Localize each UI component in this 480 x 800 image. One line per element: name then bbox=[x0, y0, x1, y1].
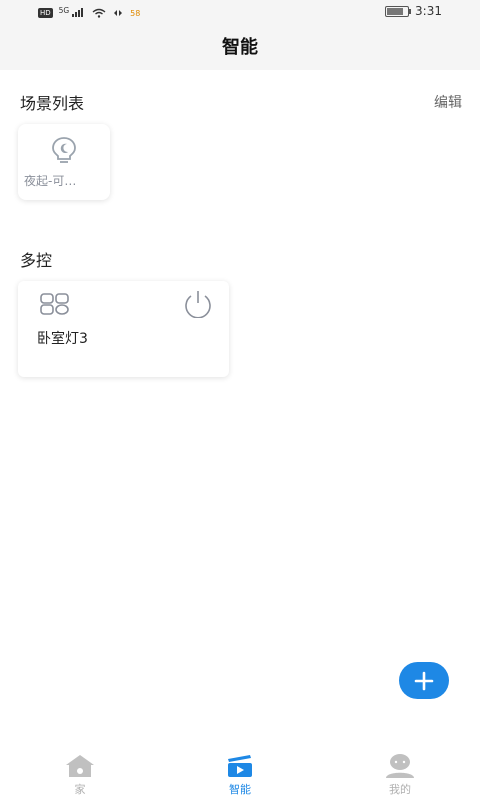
wifi-icon bbox=[92, 8, 106, 18]
scene-card[interactable]: 夜起-可… bbox=[18, 124, 110, 200]
page-title: 智能 bbox=[0, 26, 480, 70]
scene-label: 夜起-可… bbox=[24, 174, 77, 188]
tab-home-label: 家 bbox=[74, 783, 86, 796]
tab-smart[interactable]: 智能 bbox=[200, 753, 280, 797]
tab-profile[interactable]: 我的 bbox=[360, 753, 440, 797]
signal-indicator: 5G bbox=[59, 6, 86, 20]
multi-control-title: 多控 bbox=[20, 251, 53, 270]
grid-icon bbox=[40, 293, 69, 315]
smart-icon bbox=[228, 755, 252, 777]
device-name: 卧室灯3 bbox=[37, 331, 88, 347]
edit-button[interactable]: 编辑 bbox=[434, 92, 462, 112]
profile-icon bbox=[386, 754, 414, 778]
tab-home[interactable]: 家 bbox=[40, 753, 120, 797]
status-left: HD 5G 58 bbox=[38, 6, 140, 20]
hd-badge: HD bbox=[38, 8, 53, 18]
power-icon[interactable] bbox=[182, 290, 214, 318]
status-bar: HD 5G 58 3:31 bbox=[0, 0, 480, 26]
battery-icon bbox=[385, 5, 412, 17]
scene-list-title: 场景列表 bbox=[20, 94, 85, 113]
home-icon bbox=[66, 755, 94, 777]
plus-icon bbox=[414, 671, 434, 690]
nfc-icon bbox=[114, 10, 123, 16]
add-button[interactable] bbox=[399, 662, 449, 699]
night-bulb-icon bbox=[52, 137, 76, 163]
speed-indicator: 58 bbox=[130, 8, 141, 18]
device-card[interactable]: 卧室灯3 bbox=[18, 281, 229, 377]
status-right: 3:31 bbox=[385, 4, 442, 18]
signal-icon bbox=[72, 8, 84, 17]
tab-smart-label: 智能 bbox=[229, 783, 251, 796]
status-time: 3:31 bbox=[415, 4, 442, 18]
bottom-tab-bar: 家 智能 我的 bbox=[0, 745, 480, 800]
tab-profile-label: 我的 bbox=[389, 783, 411, 796]
